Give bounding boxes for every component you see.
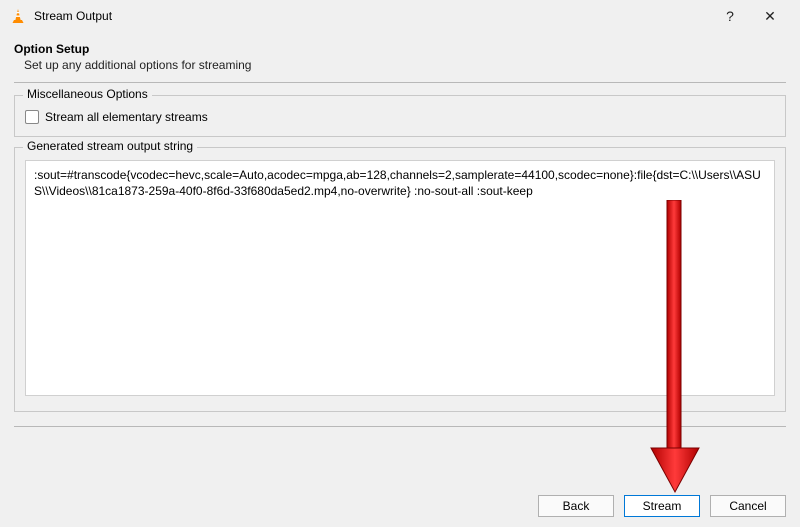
misc-options-legend: Miscellaneous Options xyxy=(23,87,152,101)
generated-output-legend: Generated stream output string xyxy=(23,139,197,153)
divider xyxy=(14,82,786,83)
stream-button[interactable]: Stream xyxy=(624,495,700,517)
cancel-button[interactable]: Cancel xyxy=(710,495,786,517)
window-titlebar: Stream Output ? ✕ xyxy=(0,0,800,32)
generated-output-group: Generated stream output string xyxy=(14,147,786,412)
vlc-cone-icon xyxy=(10,8,26,24)
window-title: Stream Output xyxy=(34,9,112,23)
footer-divider xyxy=(14,426,786,427)
help-button[interactable]: ? xyxy=(710,2,750,30)
dialog-footer: Back Stream Cancel xyxy=(0,495,800,517)
generated-output-textarea[interactable] xyxy=(25,160,775,396)
stream-all-elementary-row[interactable]: Stream all elementary streams xyxy=(25,108,775,126)
stream-all-elementary-label: Stream all elementary streams xyxy=(45,110,208,124)
back-button[interactable]: Back xyxy=(538,495,614,517)
page-title: Option Setup xyxy=(14,42,786,56)
page-subtitle: Set up any additional options for stream… xyxy=(24,58,786,72)
checkbox-icon[interactable] xyxy=(25,110,39,124)
misc-options-group: Miscellaneous Options Stream all element… xyxy=(14,95,786,137)
close-button[interactable]: ✕ xyxy=(750,2,790,30)
